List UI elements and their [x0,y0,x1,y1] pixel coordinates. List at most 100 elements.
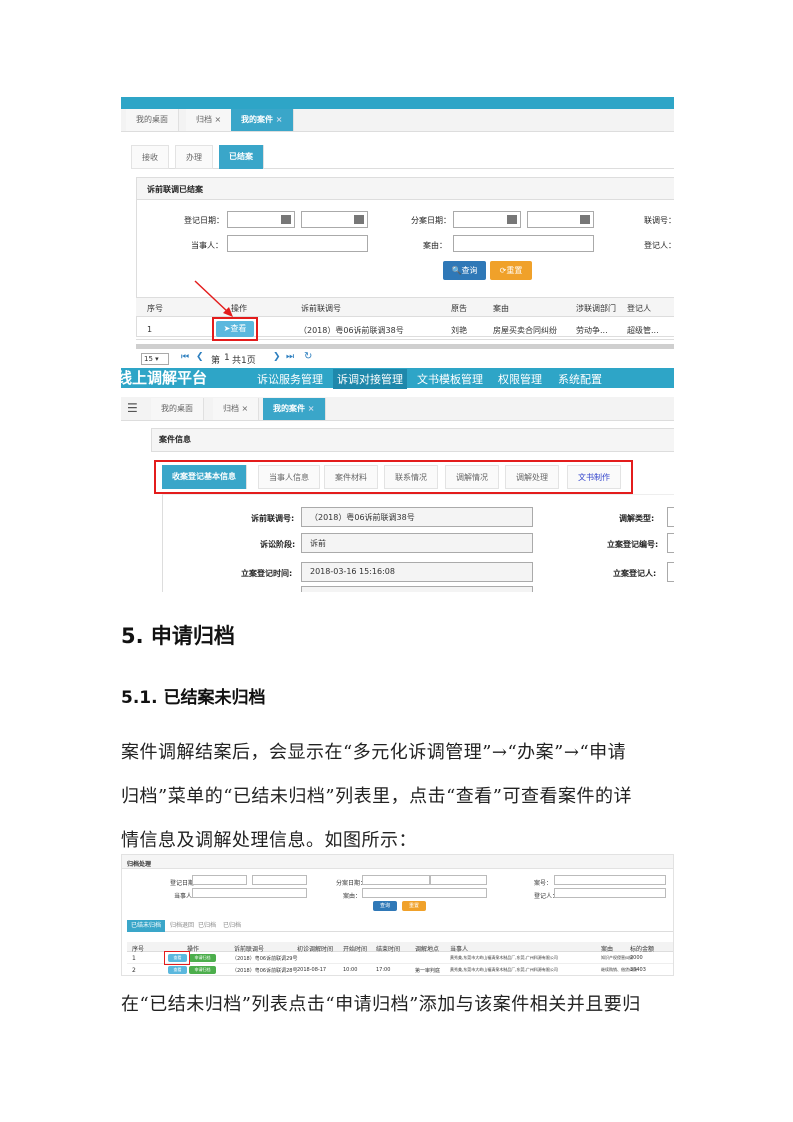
paragraph-line: 案件调解结案后，会显示在“多元化诉调管理”→“办案”→“申请 [121,742,627,763]
assign-date-label: 分案日期： [411,216,451,225]
row-place: 第一审判庭 [415,968,441,974]
tab-label: 归档 [223,404,239,413]
nav-item-permissions[interactable]: 权限管理 [498,371,542,387]
subtab-closed[interactable]: 已结案 [219,145,264,169]
field-label-case-no: 诉前联调号: [251,514,295,523]
col-header: 初诊调解时间 [297,946,334,953]
section-title: 诉前联调已结案 [147,185,203,194]
search-button[interactable]: 查询 [373,901,397,911]
last-page-icon[interactable]: ⏭ [286,352,294,362]
nav-item-settings[interactable]: 系统配置 [558,371,602,387]
row-no: 1 [147,325,153,334]
assign-date-end-input[interactable] [430,875,487,885]
close-icon[interactable]: × [276,115,283,124]
refresh-icon[interactable]: ↻ [304,351,312,362]
screenshot-case-detail: 线上调解平台 诉讼服务管理 诉调对接管理 文书模板管理 权限管理 系统配置 ☰ … [121,368,674,592]
paragraph-line: 归档”菜单的“已结未归档”列表里，点击“查看”可查看案件的详 [121,786,633,807]
cause-input[interactable] [453,235,594,252]
top-banner [121,97,674,109]
tab-desktop[interactable]: 我的桌面 [126,109,179,131]
row-cause: 知识产权侵害纠纷 [601,955,633,960]
apply-archive-button[interactable]: 申请归档 [189,966,216,974]
paragraph-line: 情信息及调解处理信息。如图所示： [121,830,417,851]
subtab-process[interactable]: 办理 [175,145,213,169]
reg-date-end-input[interactable] [252,875,307,885]
menu-icon[interactable]: ☰ [127,401,138,415]
tab-label: 我的案件 [273,404,305,413]
field-label-reg-time: 立案登记时间: [241,569,293,578]
view-button[interactable]: 查看 [168,966,187,974]
tab-desktop[interactable]: 我的桌面 [151,398,204,420]
reg-date-start-input[interactable] [192,875,247,885]
nav-item-litigation[interactable]: 诉讼服务管理 [257,371,323,387]
party-label: 当事人： [191,241,223,250]
reset-button[interactable]: 重置 [402,901,426,911]
tab-unarchived[interactable]: 已结未归档 [127,920,166,932]
page-size-select[interactable]: 15 ▾ [141,353,169,365]
reg-date-end-input[interactable] [301,211,368,228]
subsection-heading: 5.1. 已结案未归档 [121,688,266,708]
tab-my-cases[interactable]: 我的案件 × [263,398,326,420]
row-registrar: 超级管... [627,326,659,335]
highlight-box [164,951,190,965]
cause-input[interactable] [362,888,487,898]
nav-item-mediation[interactable]: 诉调对接管理 [333,369,407,389]
row-no: 2 [132,967,136,974]
section-heading: 5. 申请归档 [121,624,235,648]
screenshot-archive-list: 归档处理 登记日期： 分案日期： 案号： 当事人： 案由： 登记人： 查询 重置… [121,854,674,976]
cause-label: 案由： [343,893,362,900]
assign-date-start-input[interactable] [453,211,521,228]
close-icon[interactable]: × [308,404,315,413]
horizontal-scrollbar[interactable] [136,344,674,349]
reset-button[interactable]: ⟳重置 [490,261,532,280]
stage-field[interactable]: 诉前 [301,533,533,553]
col-header: 结束时间 [376,946,401,953]
next-page-icon[interactable]: ❯ [273,352,281,362]
calendar-icon[interactable] [281,215,291,224]
tab-archived[interactable]: 已归档 [194,920,220,932]
assign-date-start-input[interactable] [362,875,430,885]
extra-field[interactable] [301,586,533,592]
registrar-input[interactable] [554,888,666,898]
col-header: 原告 [451,304,467,313]
first-page-icon[interactable]: ⏮ [181,352,189,362]
col-header: 调解地点 [415,946,440,953]
col-header: 标的金额 [630,946,655,953]
close-icon[interactable]: × [242,404,249,413]
case-no-input[interactable] [554,875,666,885]
reg-date-start-input[interactable] [227,211,295,228]
right-field[interactable] [667,562,674,582]
tab-archive[interactable]: 归档 × [213,398,260,420]
tab-my-cases[interactable]: 我的案件 × [231,109,294,131]
case-no-field[interactable]: （2018）粤06诉前联调38号 [301,507,533,527]
right-label-registrar: 立案登记人: [613,569,657,578]
calendar-icon[interactable] [580,215,590,224]
right-field[interactable] [667,533,674,553]
party-input[interactable] [192,888,307,898]
col-header: 案由 [601,946,614,953]
subtab-receive[interactable]: 接收 [131,145,169,169]
calendar-icon[interactable] [354,215,364,224]
tab-archive[interactable]: 归档 × [186,109,233,131]
search-button[interactable]: 🔍查询 [443,261,486,280]
reg-time-field[interactable]: 2018-03-16 15:16:08 [301,562,533,582]
calendar-icon[interactable] [507,215,517,224]
row-plaintiff: 刘艳 [451,326,467,335]
right-field[interactable] [667,507,674,527]
party-input[interactable] [227,235,368,252]
page-suffix: 共1页 [232,356,256,366]
col-header: 登记人 [627,304,651,313]
tab-archived-2[interactable]: 已归档 [219,920,245,932]
page-number-input[interactable]: 1 [224,353,230,363]
nav-item-templates[interactable]: 文书模板管理 [417,371,483,387]
panel-header [122,855,673,869]
close-icon[interactable]: × [215,115,222,124]
apply-archive-button[interactable]: 申请归档 [189,954,216,962]
col-header: 开始时间 [343,946,368,953]
tab-label: 归档 [196,115,212,124]
right-label-reg-no: 立案登记编号: [607,540,659,549]
tab-bar: ☰ 我的桌面 归档 × 我的案件 × [121,397,674,421]
prev-page-icon[interactable]: ❮ [196,352,204,362]
screenshot-case-list: 我的桌面 归档 × 我的案件 × 接收 办理 已结案 诉前联调已结案 登记日期：… [121,97,674,367]
assign-date-end-input[interactable] [527,211,594,228]
